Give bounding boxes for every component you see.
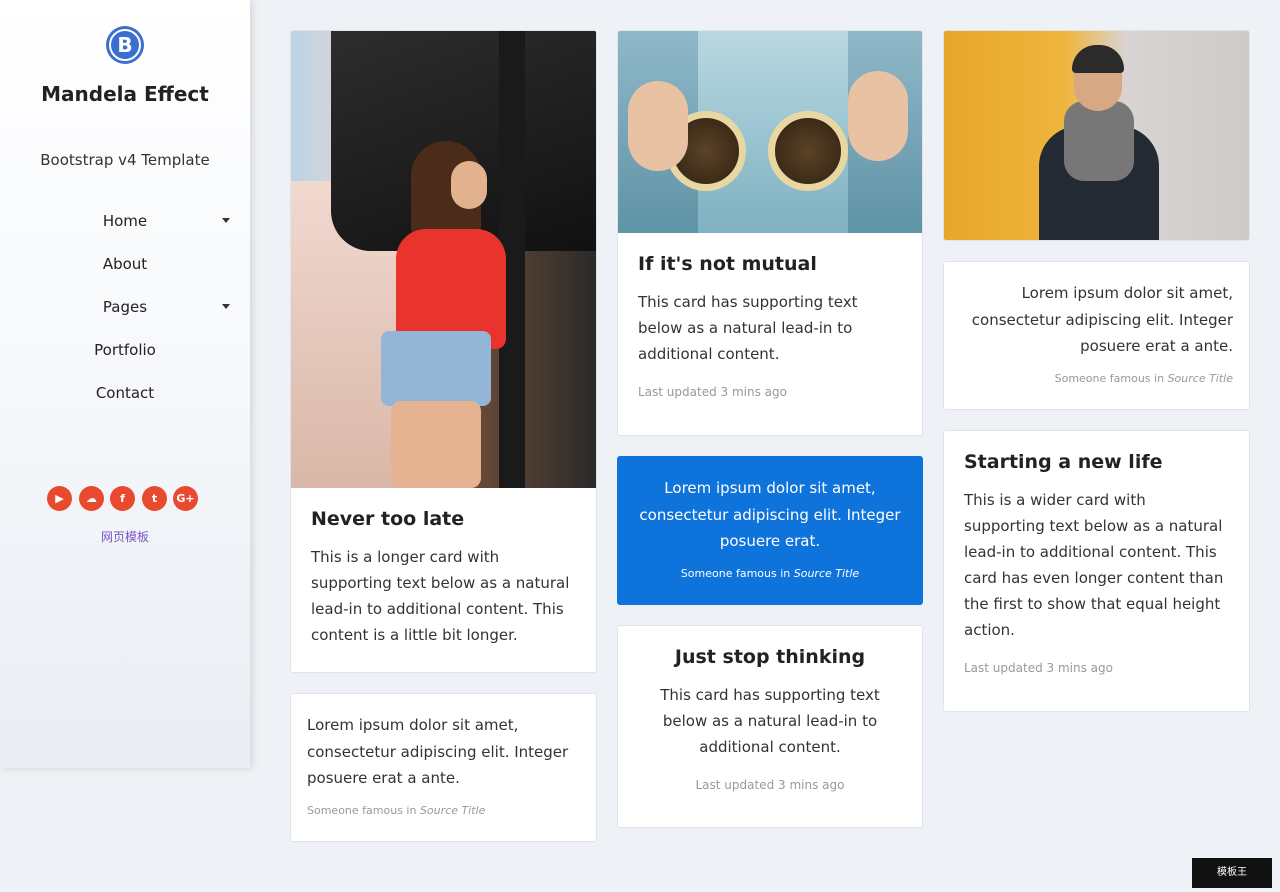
nav-item-label: Home — [102, 212, 148, 230]
google-plus-icon[interactable]: G+ — [173, 486, 198, 511]
nav-item-portfolio[interactable]: Portfolio — [0, 334, 250, 377]
youtube-icon[interactable]: ▶ — [47, 486, 72, 511]
card-quote-left: Lorem ipsum dolor sit amet, consectetur … — [290, 693, 597, 842]
card-text: This is a longer card with supporting te… — [311, 548, 570, 644]
card-title: Starting a new life — [964, 451, 1163, 473]
card-image-sunglasses — [618, 31, 922, 233]
nav-item-home[interactable]: Home — [0, 205, 250, 248]
main-nav: Home About Pages Portfolio Contact — [0, 205, 250, 420]
card-new-life: Starting a new life This is a wider card… — [943, 430, 1250, 712]
quote-text: Lorem ipsum dolor sit amet, consectetur … — [971, 284, 1233, 355]
caret-down-icon — [222, 218, 230, 223]
tagline: Bootstrap v4 Template — [40, 151, 210, 169]
card-not-mutual: If it's not mutual This card has support… — [617, 30, 923, 436]
brand-name[interactable]: Mandela Effect — [0, 82, 250, 106]
nav-item-label: Contact — [95, 384, 155, 402]
card-image-man-photo — [944, 31, 1249, 240]
nav-item-label: Portfolio — [94, 341, 156, 359]
quote-text: Lorem ipsum dolor sit amet, consectetur … — [307, 716, 569, 787]
facebook-icon[interactable]: f — [110, 486, 135, 511]
nav-item-contact[interactable]: Contact — [0, 377, 250, 420]
card-image-man — [943, 30, 1250, 241]
quote-footer: Someone famous in Source Title — [680, 566, 860, 580]
bootstrap-logo-icon: B — [109, 29, 141, 61]
soundcloud-icon[interactable]: ☁ — [79, 486, 104, 511]
quote-footer: Someone famous in Source Title — [1054, 371, 1233, 385]
card-title: Never too late — [311, 508, 465, 530]
quote-footer: Someone famous in Source Title — [307, 803, 486, 817]
card-quote-right: Lorem ipsum dolor sit amet, consectetur … — [943, 261, 1250, 410]
template-link[interactable]: 网页模板 — [0, 528, 250, 545]
card-image-woman — [291, 31, 596, 488]
card-text: This card has supporting text below as a… — [638, 293, 858, 363]
card-never-too-late: Never too late This is a longer card wit… — [290, 30, 597, 673]
social-links: ▶ ☁ f t G+ — [47, 486, 207, 512]
nav-item-label: About — [102, 255, 148, 273]
last-updated: Last updated 3 mins ago — [964, 661, 1113, 675]
quote-text: Lorem ipsum dolor sit amet, consectetur … — [639, 479, 901, 550]
card-title: Just stop thinking — [674, 646, 866, 668]
nav-item-pages[interactable]: Pages — [0, 291, 250, 334]
card-quote-blue: Lorem ipsum dolor sit amet, consectetur … — [617, 456, 923, 605]
card-text: This is a wider card with supporting tex… — [964, 491, 1224, 639]
card-title: If it's not mutual — [638, 253, 817, 275]
card-text: This card has supporting text below as a… — [660, 686, 880, 756]
last-updated: Last updated 3 mins ago — [638, 385, 787, 399]
twitter-icon[interactable]: t — [142, 486, 167, 511]
card-stop-thinking: Just stop thinking This card has support… — [617, 625, 923, 828]
caret-down-icon — [222, 304, 230, 309]
nav-item-label: Pages — [102, 298, 148, 316]
brand-logo[interactable]: B — [106, 26, 144, 64]
nav-item-about[interactable]: About — [0, 248, 250, 291]
sidebar: B Mandela Effect Bootstrap v4 Template H… — [0, 0, 250, 768]
last-updated: Last updated 3 mins ago — [695, 778, 845, 792]
watermark-logo: 模板王 — [1192, 858, 1272, 888]
